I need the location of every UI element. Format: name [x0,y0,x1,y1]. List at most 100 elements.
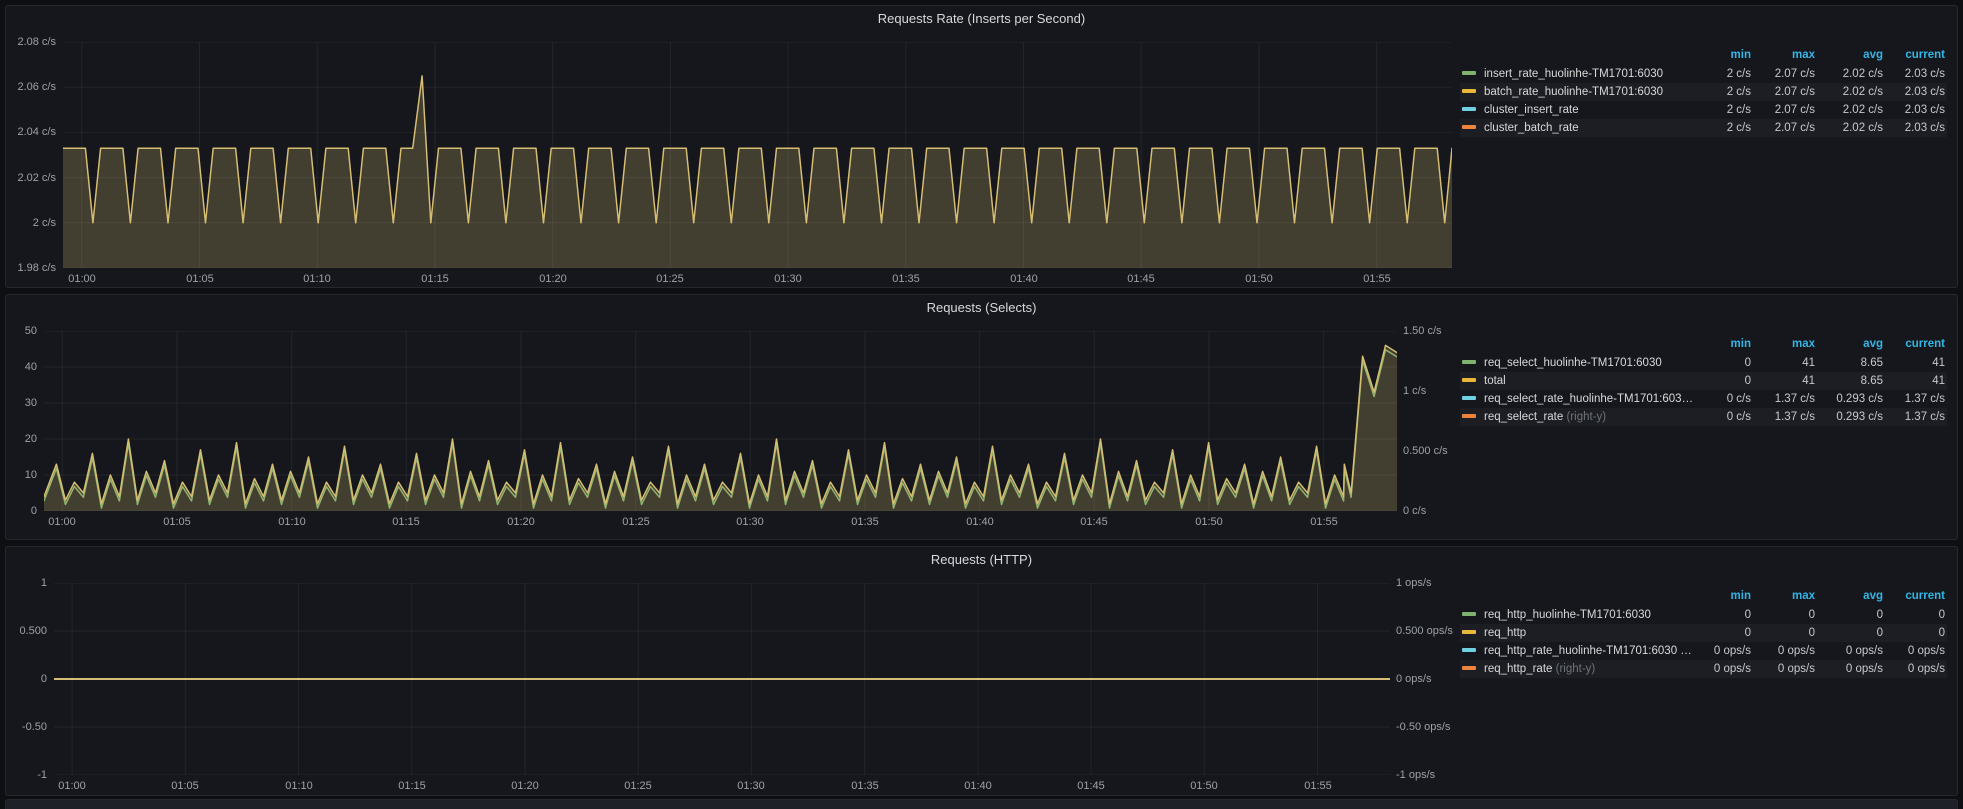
legend-column-avg[interactable]: avg [1817,337,1885,354]
x-axis-tick-label: 01:05 [186,273,214,285]
series-color-swatch-icon[interactable] [1462,648,1476,652]
x-axis-tick-label: 01:10 [285,780,313,792]
legend-value-min: 0 ops/s [1696,660,1753,678]
legend-value-min: 0 [1696,606,1753,624]
panel-title[interactable]: Requests (HTTP) [931,552,1032,567]
x-axis-tick-label: 01:50 [1190,780,1218,792]
legend-column-min[interactable]: min [1696,48,1753,65]
x-axis-tick-label: 01:45 [1077,780,1105,792]
legend-value-avg: 0 ops/s [1817,642,1885,660]
x-axis-tick-label: 01:00 [68,273,96,285]
legend-series-name[interactable]: req_http_rate (right-y) [1460,660,1696,678]
series-color-swatch-icon[interactable] [1462,89,1476,93]
legend-value-avg: 8.65 [1817,372,1885,390]
series-color-swatch-icon[interactable] [1462,125,1476,129]
legend-column-current[interactable]: current [1885,48,1947,65]
legend-value-current: 0 ops/s [1885,660,1947,678]
x-axis-tick-label: 01:45 [1080,516,1108,528]
legend-series-row: req_http0000 [1460,624,1947,642]
legend-value-min: 0 [1696,372,1753,390]
x-axis: 01:0001:0501:1001:1501:2001:2501:3001:35… [63,268,1452,288]
legend: minmaxavgcurrent req_select_huolinhe-TM17… [1452,331,1957,426]
x-axis-tick-label: 01:20 [507,516,535,528]
legend-value-max: 0 [1753,606,1817,624]
panel-requests-http: Requests (HTTP) 10.5000-0.50-1 01:0001:0… [5,546,1958,796]
series-color-swatch-icon[interactable] [1462,414,1476,418]
y-axis-tick-label: 20 [25,433,37,445]
panel-title[interactable]: Requests Rate (Inserts per Second) [878,11,1085,26]
legend-series-row: req_http_rate_huolinhe-TM1701:6030 (righ… [1460,642,1947,660]
legend-series-name[interactable]: req_http_rate_huolinhe-TM1701:6030 (righ… [1460,642,1696,660]
y-axis-right-tick-label: 0 c/s [1403,505,1426,517]
series-color-swatch-icon[interactable] [1462,71,1476,75]
series-color-swatch-icon[interactable] [1462,378,1476,382]
legend-value-avg: 0.293 c/s [1817,408,1885,426]
x-axis-tick-label: 01:25 [624,780,652,792]
series-color-swatch-icon[interactable] [1462,107,1476,111]
plot-area[interactable] [44,331,1397,511]
legend-value-max: 0 ops/s [1753,660,1817,678]
y-axis-tick-label: 30 [25,397,37,409]
x-axis-tick-label: 01:05 [163,516,191,528]
series-color-swatch-icon[interactable] [1462,630,1476,634]
x-axis-tick-label: 01:40 [964,780,992,792]
y-axis-right-tick-label: -1 ops/s [1396,769,1435,781]
right-axis-tag: (right-y) [1688,393,1696,405]
legend-column-min[interactable]: min [1696,337,1753,354]
series-color-swatch-icon[interactable] [1462,360,1476,364]
legend-column-current[interactable]: current [1885,337,1947,354]
legend-value-current: 1.37 c/s [1885,390,1947,408]
y-axis-right-tick-label: 0.500 ops/s [1396,625,1453,637]
plot-area[interactable] [63,42,1452,268]
y-axis-tick-label: 0 [41,673,47,685]
legend-series-name[interactable]: req_http [1460,624,1696,642]
legend-value-avg: 0 [1817,606,1885,624]
series-color-swatch-icon[interactable] [1462,666,1476,670]
x-axis: 01:0001:0501:1001:1501:2001:2501:3001:35… [44,511,1397,531]
legend-value-max: 1.37 c/s [1753,390,1817,408]
series-color-swatch-icon[interactable] [1462,612,1476,616]
y-axis-tick-label: 2.04 c/s [17,126,56,138]
legend-column-avg[interactable]: avg [1817,589,1885,606]
legend-series-name[interactable]: req_select_rate_huolinhe-TM1701:6030 (ri… [1460,390,1696,408]
legend-value-avg: 2.02 c/s [1817,83,1885,101]
legend-series-name[interactable]: cluster_batch_rate [1460,119,1696,137]
y-axis-tick-label: 40 [25,361,37,373]
x-axis-tick-label: 01:35 [851,516,879,528]
legend-value-avg: 2.02 c/s [1817,119,1885,137]
x-axis-tick-label: 01:30 [736,516,764,528]
legend-column-max[interactable]: max [1753,589,1817,606]
legend-series-name[interactable]: cluster_insert_rate [1460,101,1696,119]
legend-column-min[interactable]: min [1696,589,1753,606]
chart-canvas [63,42,1452,268]
panel-body: 50403020100 01:0001:0501:1001:1501:2001:… [6,319,1957,539]
y-axis-right-tick-label: 1.50 c/s [1403,325,1442,337]
legend-series-name[interactable]: req_select_rate (right-y) [1460,408,1696,426]
legend-series-name[interactable]: insert_rate_huolinhe-TM1701:6030 [1460,65,1696,83]
legend-column-current[interactable]: current [1885,589,1947,606]
x-axis-tick-label: 01:45 [1127,273,1155,285]
x-axis-tick-label: 01:20 [539,273,567,285]
legend-series-name[interactable]: total [1460,372,1696,390]
legend-series-name[interactable]: batch_rate_huolinhe-TM1701:6030 [1460,83,1696,101]
legend-series-row: insert_rate_huolinhe-TM1701:60302 c/s2.0… [1460,65,1947,83]
panel-title[interactable]: Requests (Selects) [927,300,1037,315]
legend-column-avg[interactable]: avg [1817,48,1885,65]
x-axis-tick-label: 01:40 [966,516,994,528]
legend: minmaxavgcurrentinsert_rate_huolinhe-TM1… [1452,42,1957,137]
legend-value-avg: 0 ops/s [1817,660,1885,678]
y-axis-right-tick-label: 1 c/s [1403,385,1426,397]
panel-header: Requests Rate (Inserts per Second) [6,6,1957,30]
legend-value-avg: 8.65 [1817,354,1885,372]
series-color-swatch-icon[interactable] [1462,396,1476,400]
x-axis-tick-label: 01:15 [421,273,449,285]
legend-value-max: 0 [1753,624,1817,642]
legend-column-max[interactable]: max [1753,48,1817,65]
right-axis-tag: (right-y) [1677,645,1696,657]
legend-series-name[interactable]: req_select_huolinhe-TM1701:6030 [1460,354,1696,372]
legend-column-max[interactable]: max [1753,337,1817,354]
legend-value-current: 2.03 c/s [1885,119,1947,137]
plot-area[interactable] [54,583,1390,775]
legend-series-name[interactable]: req_http_huolinhe-TM1701:6030 [1460,606,1696,624]
legend-value-max: 2.07 c/s [1753,83,1817,101]
